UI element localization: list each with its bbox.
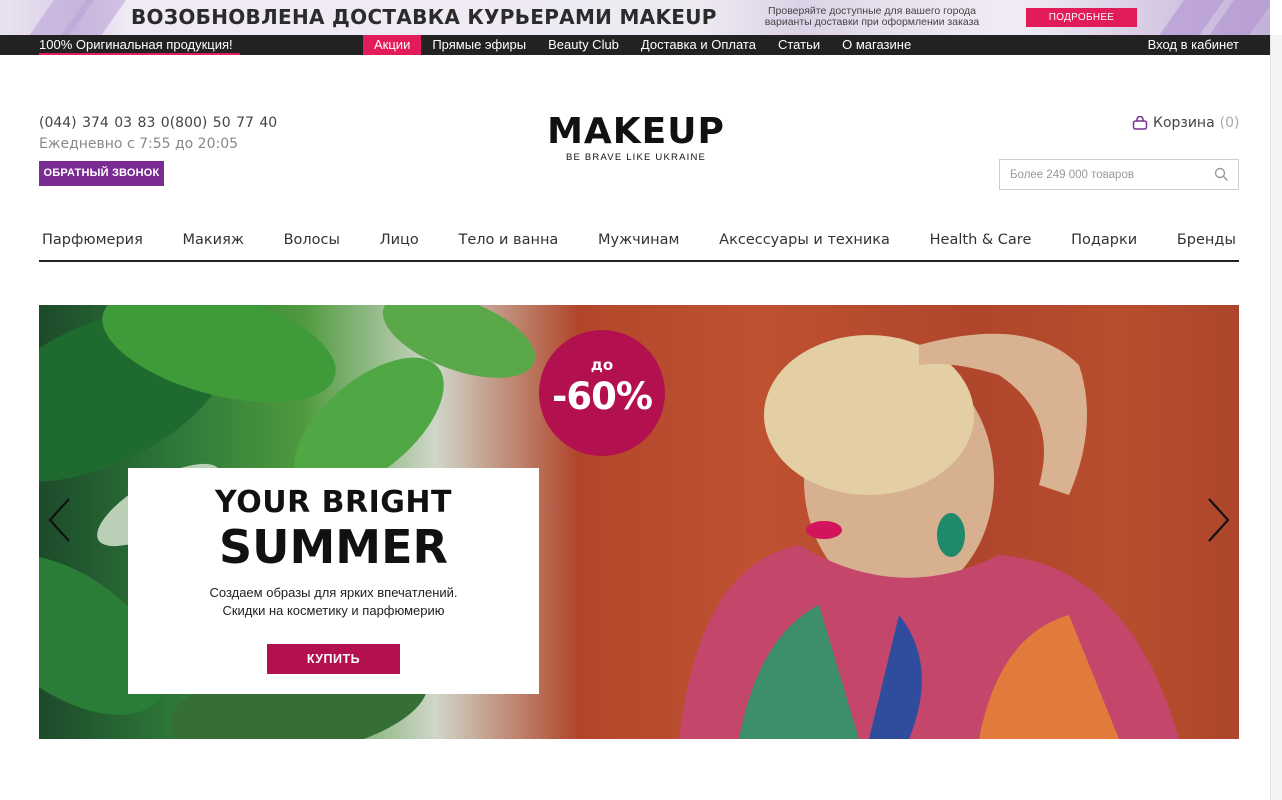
page: ВОЗОБНОВЛЕНА ДОСТАВКА КУРЬЕРАМИ MAKEUP П… [0,0,1282,800]
top-nav-live[interactable]: Прямые эфиры [421,35,537,55]
page-scrollbar[interactable] [1270,35,1282,800]
category-perfume[interactable]: Парфюмерия [42,228,143,260]
site-logo[interactable]: MAKEUP BE BRAVE LIKE UKRAINE [528,110,744,163]
category-health-care[interactable]: Health & Care [930,228,1032,260]
original-underline [39,53,240,55]
top-bar: 100% Оригинальная продукция! Акции Прямы… [0,35,1270,55]
bag-icon [1132,116,1148,130]
top-nav-delivery[interactable]: Доставка и Оплата [630,35,767,55]
hero-card: YOUR BRIGHT SUMMER Создаем образы для яр… [128,468,539,694]
magnifier-icon[interactable] [1214,167,1229,182]
top-nav-about[interactable]: О магазине [831,35,922,55]
category-brands[interactable]: Бренды [1177,228,1236,260]
top-nav-articles[interactable]: Статьи [767,35,831,55]
cart-link[interactable]: Корзина (0) [1132,115,1240,131]
category-face[interactable]: Лицо [380,228,419,260]
top-nav: Акции Прямые эфиры Beauty Club Доставка … [363,35,922,55]
search-box[interactable] [999,159,1239,190]
promo-title: ВОЗОБНОВЛЕНА ДОСТАВКА КУРЬЕРАМИ MAKEUP [131,5,717,29]
phone-numbers[interactable]: (044) 374 03 83 0(800) 50 77 40 [39,115,277,131]
discount-badge: до -60% [539,330,665,456]
hero-slider[interactable]: до -60% YOUR BRIGHT SUMMER Создаем образ… [39,305,1239,739]
hero-subtitle: Создаем образы для ярких впечатлений. Ск… [128,584,539,620]
promo-note: Проверяйте доступные для вашего города в… [764,5,980,28]
promo-details-button[interactable]: ПОДРОБНЕЕ [1026,8,1137,27]
category-nav: Парфюмерия Макияж Волосы Лицо Тело и ван… [39,228,1239,262]
login-link[interactable]: Вход в кабинет [1148,37,1239,52]
hero-title-line1: YOUR BRIGHT [215,485,452,520]
cart-count: (0) [1219,115,1240,131]
category-men[interactable]: Мужчинам [598,228,679,260]
category-accessories[interactable]: Аксессуары и техника [719,228,890,260]
callback-button[interactable]: ОБРАТНЫЙ ЗВОНОК [39,161,164,186]
working-hours: Ежедневно с 7:55 до 20:05 [39,136,239,152]
badge-value: -60% [552,375,653,418]
promo-banner[interactable]: ВОЗОБНОВЛЕНА ДОСТАВКА КУРЬЕРАМИ MAKEUP П… [0,0,1270,35]
logo-wordmark: MAKEUP [547,111,725,152]
chevron-right-icon[interactable] [1203,495,1233,545]
cart-label: Корзина [1153,115,1215,131]
hero-title-line2: SUMMER [219,520,448,574]
top-nav-beauty-club[interactable]: Beauty Club [537,35,630,55]
chevron-left-icon[interactable] [45,495,75,545]
category-makeup[interactable]: Макияж [183,228,244,260]
category-gifts[interactable]: Подарки [1071,228,1137,260]
buy-button[interactable]: КУПИТЬ [267,644,400,674]
original-products-link[interactable]: 100% Оригинальная продукция! [39,37,233,52]
hero-subtitle-line1: Создаем образы для ярких впечатлений. [209,585,458,600]
top-nav-sales[interactable]: Акции [363,35,422,55]
category-hair[interactable]: Волосы [284,228,340,260]
category-body-bath[interactable]: Тело и ванна [458,228,558,260]
hero-subtitle-line2: Скидки на косметику и парфюмерию [222,603,445,618]
search-input[interactable] [1010,166,1210,184]
badge-prefix: до [590,356,614,374]
